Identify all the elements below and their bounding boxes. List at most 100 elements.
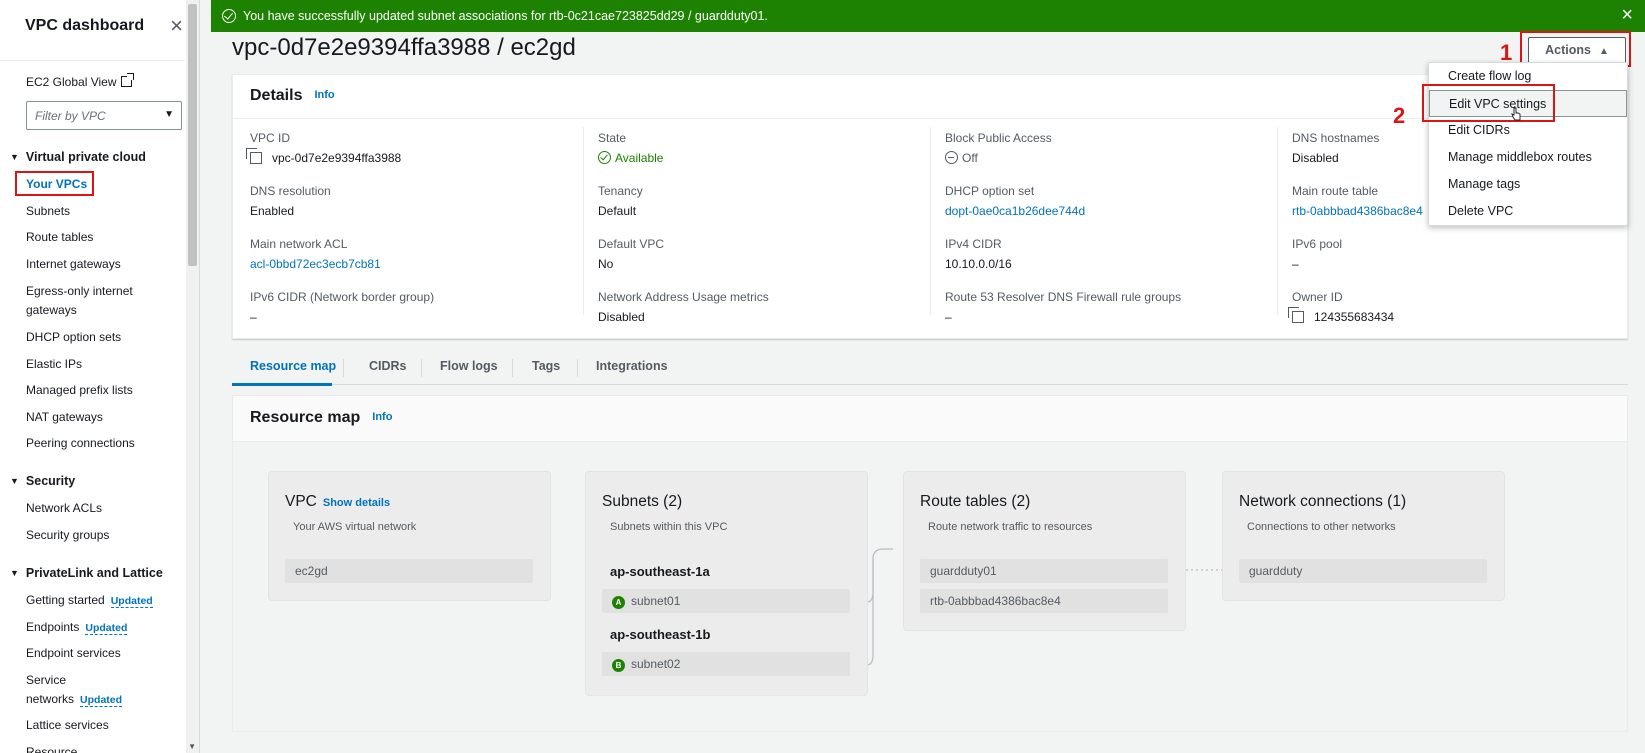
details-title: Details bbox=[250, 87, 303, 104]
item-label: Endpoints bbox=[26, 620, 80, 634]
tab-tags[interactable]: Tags bbox=[532, 359, 560, 373]
subnet-item-subnet02[interactable]: Bsubnet02 bbox=[602, 652, 850, 676]
success-icon bbox=[222, 9, 236, 23]
ec2-global-view-label: EC2 Global View bbox=[26, 75, 117, 89]
az-label: ap-southeast-1a bbox=[610, 564, 710, 579]
bpa-value: Off bbox=[962, 151, 978, 165]
field-label: Network Address Usage metrics bbox=[598, 290, 769, 304]
tab-separator bbox=[343, 359, 344, 377]
tab-integrations[interactable]: Integrations bbox=[596, 359, 668, 373]
details-divider bbox=[233, 118, 1627, 119]
subnet-item-subnet01[interactable]: Asubnet01 bbox=[602, 589, 850, 613]
sidebar-item-endpoints[interactable]: Endpoints Updated bbox=[26, 618, 128, 638]
ec2-global-view-link[interactable]: EC2 Global View bbox=[26, 73, 134, 89]
item-label: Getting started bbox=[26, 593, 105, 607]
field-label: Block Public Access bbox=[945, 131, 1052, 145]
section-title: Virtual private cloud bbox=[25, 150, 146, 164]
field-label: IPv6 pool bbox=[1292, 237, 1343, 251]
sidebar-item-internet-gateways[interactable]: Internet gateways bbox=[26, 255, 121, 274]
field-label: DNS resolution bbox=[250, 184, 331, 198]
section-virtual-private-cloud[interactable]: ▼ Virtual private cloud bbox=[10, 150, 146, 164]
tab-label: Resource map bbox=[250, 359, 337, 373]
sidebar-item-service-networks-line2[interactable]: networks Updated bbox=[26, 690, 123, 710]
menu-item-delete-vpc[interactable]: Delete VPC bbox=[1429, 198, 1627, 225]
show-details-link[interactable]: Show details bbox=[323, 497, 390, 509]
tab-resource-map[interactable]: Resource map bbox=[250, 359, 336, 373]
info-link[interactable]: Info bbox=[314, 89, 334, 101]
menu-item-create-flow-log[interactable]: Create flow log bbox=[1429, 63, 1627, 90]
menu-item-edit-cidrs[interactable]: Edit CIDRs bbox=[1429, 117, 1627, 144]
card-subtitle: Route network traffic to resources bbox=[928, 521, 1093, 533]
hand-cursor-icon bbox=[1511, 107, 1521, 121]
sidebar-item-dhcp-option-sets[interactable]: DHCP option sets bbox=[26, 328, 121, 347]
sidebar-item-getting-started[interactable]: Getting started Updated bbox=[26, 591, 153, 611]
section-privatelink[interactable]: ▼ PrivateLink and Lattice bbox=[10, 566, 163, 580]
sidebar-item-nat-gateways[interactable]: NAT gateways bbox=[26, 408, 103, 427]
sidebar-item-resource[interactable]: Resource bbox=[26, 743, 77, 753]
vpc-filter-select[interactable]: Filter by VPC ▼ bbox=[26, 101, 182, 130]
sidebar-item-security-groups[interactable]: Security groups bbox=[26, 526, 109, 545]
field-label: IPv6 CIDR (Network border group) bbox=[250, 290, 435, 304]
field-label: DHCP option set bbox=[945, 184, 1035, 198]
step-marker-2: 2 bbox=[1393, 103, 1406, 128]
main-route-table-link[interactable]: rtb-0abbbad4386bac8e4 bbox=[1292, 204, 1432, 218]
field-value: Default bbox=[598, 204, 637, 218]
sidebar-item-subnets[interactable]: Subnets bbox=[26, 202, 70, 221]
vpc-item[interactable]: ec2gd bbox=[285, 559, 533, 583]
field-dns-resolution: DNS resolution Enabled bbox=[250, 184, 570, 218]
close-icon[interactable]: × bbox=[170, 15, 183, 37]
sidebar-item-peering-connections[interactable]: Peering connections bbox=[26, 434, 135, 453]
sidebar-item-your-vpcs[interactable]: Your VPCs bbox=[26, 175, 87, 194]
sidebar-item-route-tables[interactable]: Route tables bbox=[26, 228, 93, 247]
menu-item-manage-middlebox-routes[interactable]: Manage middlebox routes bbox=[1429, 144, 1627, 171]
card-title: Route tables (2) bbox=[920, 493, 1031, 510]
close-icon[interactable]: × bbox=[1621, 5, 1633, 25]
scroll-down-icon[interactable]: ▼ bbox=[188, 742, 196, 751]
section-title: Security bbox=[25, 474, 76, 488]
vpc-card-title: VPC Show details bbox=[285, 493, 390, 511]
owner-id-value: 124355683434 bbox=[1314, 310, 1395, 324]
tab-cidrs[interactable]: CIDRs bbox=[369, 359, 407, 373]
sidebar-item-elastic-ips[interactable]: Elastic IPs bbox=[26, 355, 82, 374]
network-acl-link[interactable]: acl-0bbd72ec3ecb7cb81 bbox=[250, 257, 570, 271]
card-subtitle: Connections to other networks bbox=[1247, 521, 1396, 533]
section-title: PrivateLink and Lattice bbox=[25, 566, 163, 580]
actions-menu: Create flow log Edit VPC settings Edit C… bbox=[1428, 62, 1628, 226]
network-connection-item[interactable]: guardduty bbox=[1239, 559, 1487, 583]
menu-item-edit-vpc-settings[interactable]: Edit VPC settings bbox=[1429, 90, 1627, 117]
sidebar-item-lattice-services[interactable]: Lattice services bbox=[26, 716, 109, 735]
caret-down-icon: ▼ bbox=[10, 476, 19, 486]
section-security[interactable]: ▼ Security bbox=[10, 474, 75, 488]
sidebar-item-service-networks[interactable]: Service bbox=[26, 671, 66, 690]
field-label: Tenancy bbox=[598, 184, 643, 198]
sidebar-item-egress-only-line2[interactable]: gateways bbox=[26, 301, 77, 320]
sidebar-scrollbar[interactable]: ▼ bbox=[186, 0, 199, 753]
sidebar-item-managed-prefix-lists[interactable]: Managed prefix lists bbox=[26, 381, 133, 400]
sidebar-item-network-acls[interactable]: Network ACLs bbox=[26, 499, 102, 518]
sidebar-item-egress-only[interactable]: Egress-only internet bbox=[26, 282, 133, 301]
field-value: Available bbox=[598, 151, 918, 165]
sidebar: VPC dashboard × EC2 Global View Filter b… bbox=[0, 0, 200, 753]
dhcp-option-set-link[interactable]: dopt-0ae0ca1b26dee744d bbox=[945, 204, 1265, 218]
menu-item-manage-tags[interactable]: Manage tags bbox=[1429, 171, 1627, 198]
scrollbar-thumb[interactable] bbox=[188, 4, 197, 266]
tab-flow-logs[interactable]: Flow logs bbox=[440, 359, 498, 373]
copy-icon[interactable] bbox=[1288, 307, 1304, 323]
tab-separator bbox=[577, 359, 578, 377]
item-label: networks bbox=[26, 692, 75, 706]
column-separator bbox=[930, 127, 931, 315]
actions-button[interactable]: Actions ▲ bbox=[1528, 37, 1626, 64]
sidebar-item-endpoint-services[interactable]: Endpoint services bbox=[26, 644, 121, 663]
card-subtitle: Subnets within this VPC bbox=[610, 521, 728, 533]
route-table-item[interactable]: rtb-0abbbad4386bac8e4 bbox=[920, 589, 1168, 613]
copy-icon[interactable] bbox=[246, 148, 262, 164]
success-icon bbox=[598, 151, 611, 164]
field-label: Owner ID bbox=[1292, 290, 1343, 304]
az-label: ap-southeast-1b bbox=[610, 627, 711, 642]
field-route53-resolver: Route 53 Resolver DNS Firewall rule grou… bbox=[945, 290, 1265, 324]
tab-separator bbox=[421, 359, 422, 377]
field-main-route-table: Main route table rtb-0abbbad4386bac8e4 bbox=[1292, 184, 1432, 218]
field-value: 124355683434 bbox=[1288, 307, 1612, 324]
tab-separator bbox=[512, 359, 513, 377]
route-table-item[interactable]: guardduty01 bbox=[920, 559, 1168, 583]
